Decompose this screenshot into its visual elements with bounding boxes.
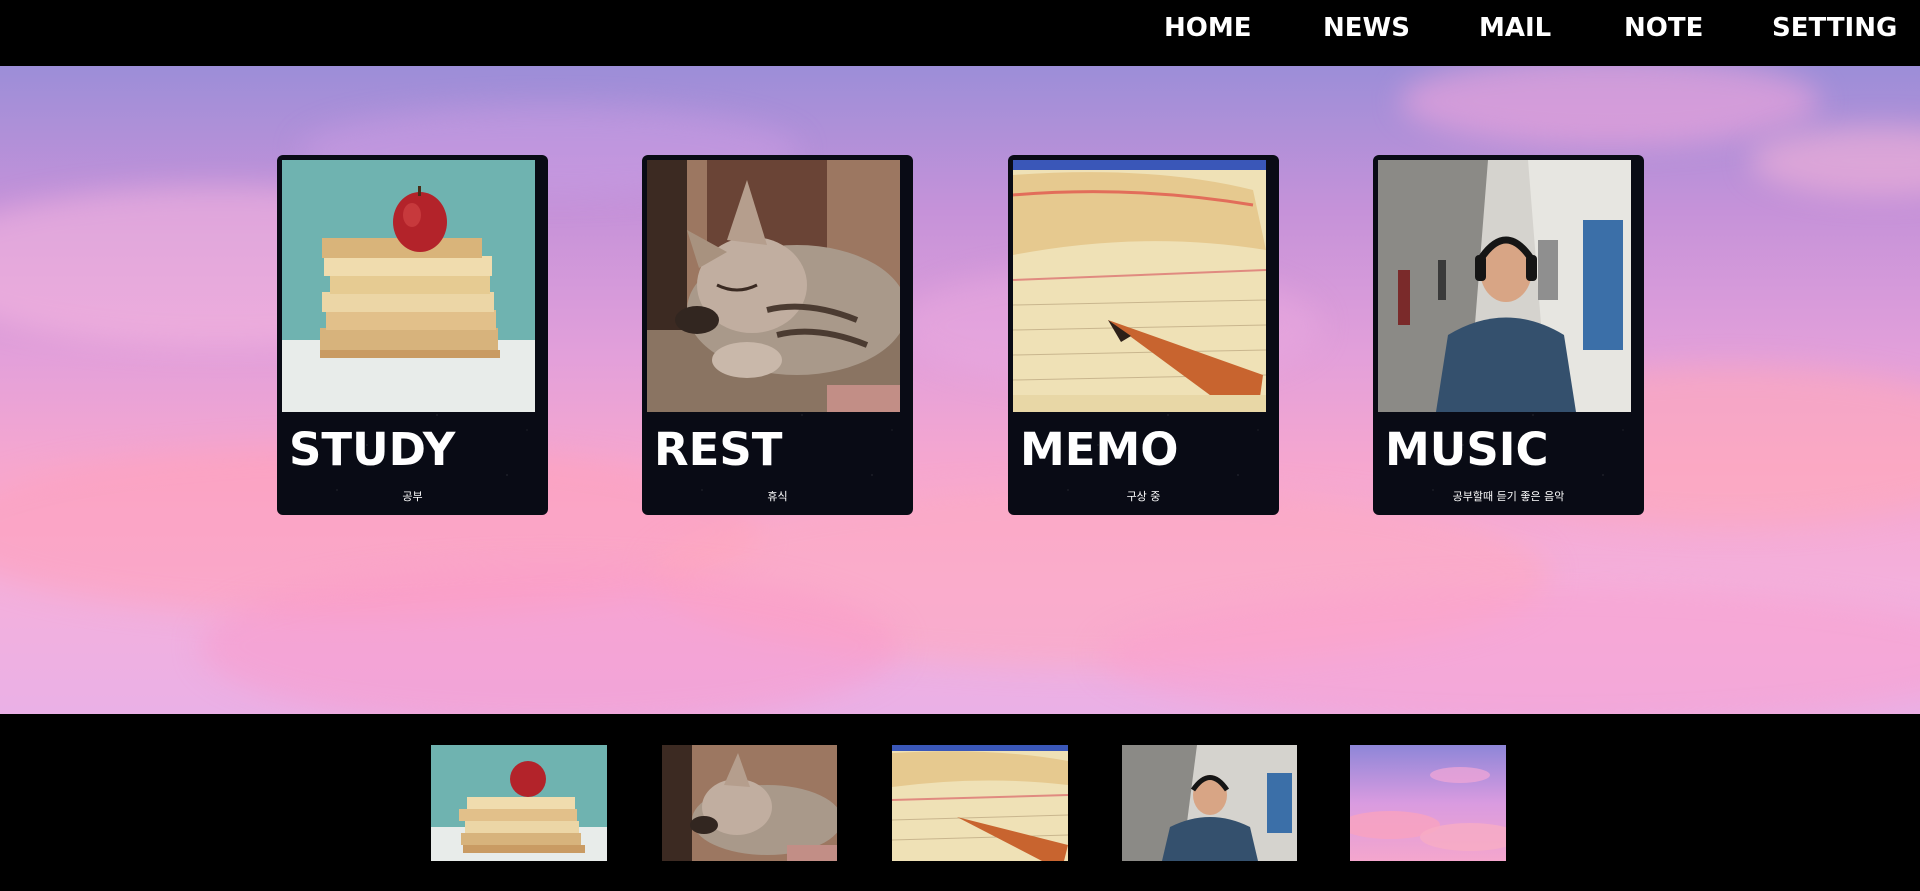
thumbnail-sky[interactable] [1350, 745, 1506, 861]
nav-home-link[interactable]: HOME [1164, 0, 1252, 56]
pencil-on-notepad-image [1013, 160, 1266, 412]
card-study-subtitle: 공부 [402, 490, 423, 503]
card-memo-title: MEMO [1020, 423, 1179, 476]
thumbnail-rest[interactable] [662, 745, 837, 861]
man-with-headphones-thumb-image [1122, 745, 1297, 861]
thumbnail-music[interactable] [1122, 745, 1297, 861]
apple-on-books-image [282, 160, 535, 412]
nav-mail-link[interactable]: MAIL [1479, 0, 1551, 56]
card-music-subtitle: 공부할때 듣기 좋은 음악 [1452, 490, 1565, 503]
thumbnail-study[interactable] [431, 745, 607, 861]
card-memo-subtitle: 구상 중 [1126, 490, 1161, 503]
sunset-sky-thumb-image [1350, 745, 1506, 861]
sleeping-kitten-image [647, 160, 900, 412]
apple-on-books-thumb-image [431, 745, 607, 861]
card-music-title: MUSIC [1385, 423, 1549, 476]
card-study-title: STUDY [289, 423, 456, 476]
nav-note-link[interactable]: NOTE [1624, 0, 1703, 56]
card-rest-subtitle: 휴식 [767, 490, 788, 503]
man-with-headphones-image [1378, 160, 1631, 412]
card-music[interactable]: MUSIC 공부할때 듣기 좋은 음악 [1373, 155, 1644, 515]
sleeping-kitten-thumb-image [662, 745, 837, 861]
top-navigation: HOME NEWS MAIL NOTE SETTING [0, 0, 1920, 66]
thumbnail-memo[interactable] [892, 745, 1068, 861]
card-rest-title: REST [654, 423, 783, 476]
card-memo[interactable]: MEMO 구상 중 [1008, 155, 1279, 515]
card-rest[interactable]: REST 휴식 [642, 155, 913, 515]
nav-setting-link[interactable]: SETTING [1772, 0, 1897, 56]
card-study[interactable]: STUDY 공부 [277, 155, 548, 515]
pencil-on-notepad-thumb-image [892, 745, 1068, 861]
nav-news-link[interactable]: NEWS [1323, 0, 1410, 56]
